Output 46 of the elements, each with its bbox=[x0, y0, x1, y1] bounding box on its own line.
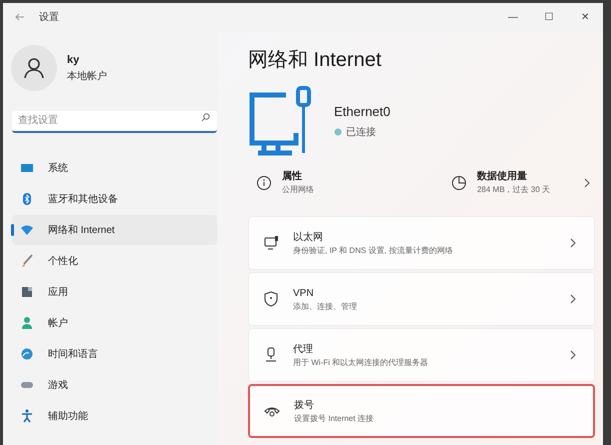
settings-card[interactable]: 拨号 设置拨号 Internet 连接 bbox=[248, 384, 595, 438]
accessibility-icon bbox=[20, 409, 34, 423]
settings-card[interactable]: 代理 用于 Wi-Fi 和以太网连接的代理服务器 bbox=[248, 328, 595, 382]
shield-icon bbox=[263, 291, 279, 307]
chevron-right-icon bbox=[570, 238, 576, 248]
computer-icon bbox=[248, 85, 312, 157]
summary-item[interactable]: 属性 公用网络 bbox=[248, 165, 314, 200]
person-icon bbox=[23, 57, 45, 79]
info-icon bbox=[256, 174, 272, 190]
bluetooth-icon bbox=[20, 192, 34, 206]
search-icon bbox=[201, 113, 210, 122]
brush-icon bbox=[20, 254, 34, 268]
page-title: 网络和 Internet bbox=[248, 48, 382, 73]
sidebar-item[interactable]: 帐户 bbox=[12, 308, 217, 338]
account-type: 本地帐户 bbox=[67, 70, 107, 84]
apps-icon bbox=[20, 285, 34, 299]
monitor-icon bbox=[263, 235, 279, 251]
maximize-button[interactable]: ☐ bbox=[531, 4, 567, 30]
back-arrow-icon[interactable] bbox=[15, 13, 25, 21]
sidebar-item[interactable]: 系统 bbox=[12, 153, 217, 183]
display-icon bbox=[20, 161, 34, 175]
wifi-icon bbox=[20, 223, 34, 237]
settings-card[interactable]: 以太网 身份验证, IP 和 DNS 设置, 按流量计费的网络 bbox=[248, 216, 595, 270]
account-name: ky bbox=[67, 53, 80, 68]
sidebar-item[interactable]: 个性化 bbox=[12, 246, 217, 276]
sidebar-item[interactable]: 游戏 bbox=[12, 370, 217, 400]
minimize-button[interactable]: — bbox=[495, 4, 531, 30]
summary-item[interactable]: 数据使用量 284 MB，过去 30 天 bbox=[451, 165, 590, 200]
sidebar-item[interactable]: 应用 bbox=[12, 277, 217, 307]
close-button[interactable]: ✕ bbox=[567, 4, 603, 30]
settings-card[interactable]: VPN 添加、连接、管理 bbox=[248, 272, 595, 326]
person-icon bbox=[20, 316, 34, 330]
sidebar-item[interactable]: 辅助功能 bbox=[12, 401, 217, 431]
connection-status: 已连接 bbox=[346, 126, 376, 140]
sidebar-item[interactable]: 蓝牙和其他设备 bbox=[12, 184, 217, 214]
window-title: 设置 bbox=[39, 10, 59, 24]
connection-name: Ethernet0 bbox=[334, 103, 390, 122]
sidebar-item[interactable]: 时间和语言 bbox=[12, 339, 217, 369]
pie-chart-icon bbox=[451, 174, 468, 190]
selection-indicator bbox=[11, 224, 14, 236]
proxy-icon bbox=[263, 347, 279, 363]
chevron-right-icon bbox=[570, 294, 576, 304]
search-field[interactable]: 查找设置 bbox=[12, 110, 217, 132]
chevron-right-icon bbox=[570, 350, 576, 360]
sidebar-item[interactable]: 网络和 Internet bbox=[12, 215, 217, 245]
chevron-right-icon bbox=[584, 178, 590, 188]
